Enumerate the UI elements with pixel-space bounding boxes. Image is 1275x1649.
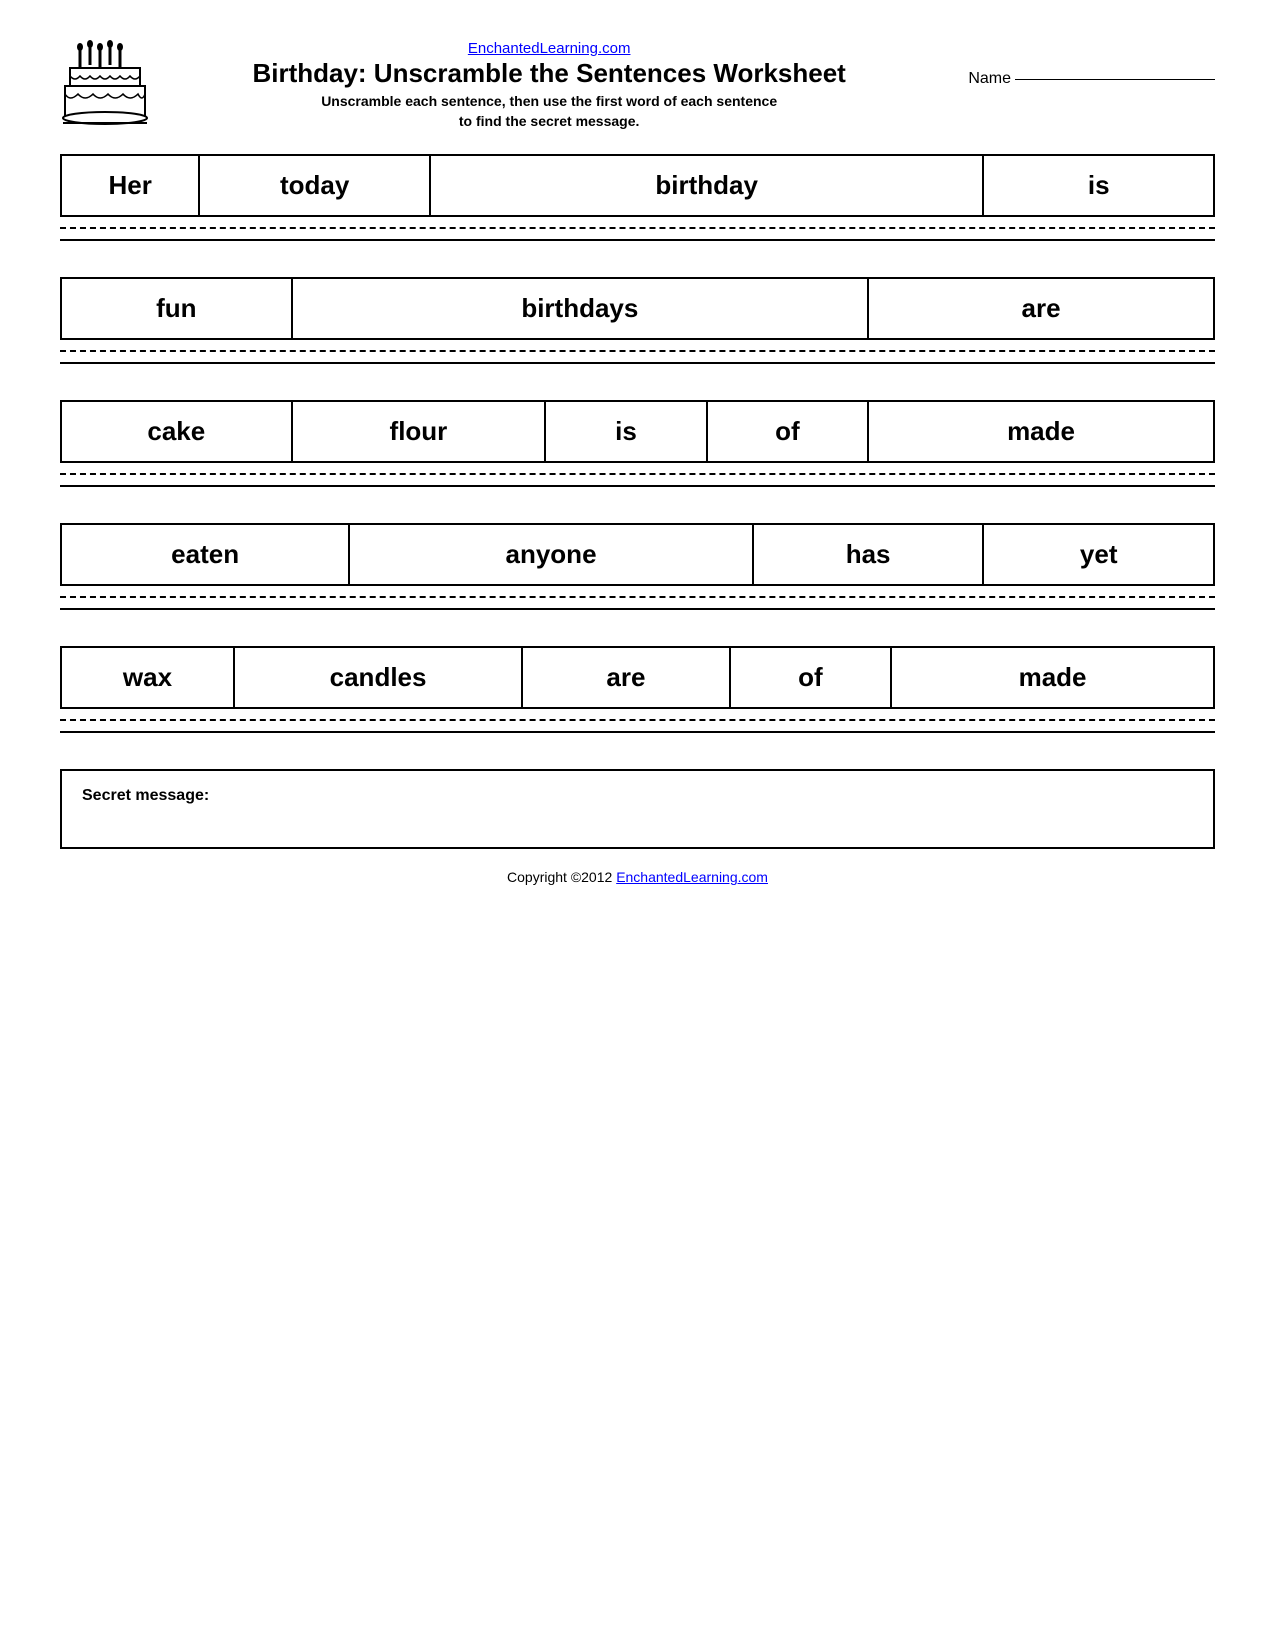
copyright-year: ©2012 <box>571 869 612 885</box>
word-cell: candles <box>234 647 522 708</box>
word-cell: are <box>868 278 1214 339</box>
answer-lines-4 <box>60 596 1215 610</box>
copyright-text: Copyright <box>507 869 567 885</box>
footer-site-link[interactable]: EnchantedLearning.com <box>616 869 768 885</box>
secret-message-box: Secret message: <box>60 769 1215 849</box>
name-field: Name <box>968 40 1215 88</box>
word-cell: made <box>868 401 1214 462</box>
answer-lines-5 <box>60 719 1215 733</box>
word-cell: of <box>730 647 891 708</box>
cake-icon <box>60 40 150 130</box>
word-cell: yet <box>983 524 1214 585</box>
word-cell: cake <box>61 401 292 462</box>
dotted-line <box>60 596 1215 598</box>
sentence-block-5: wax candles are of made <box>60 646 1215 733</box>
sentence-block-2: fun birthdays are <box>60 277 1215 364</box>
header-text-block: EnchantedLearning.com Birthday: Unscramb… <box>150 40 948 129</box>
word-cell: is <box>545 401 706 462</box>
solid-line <box>60 362 1215 364</box>
word-table-3: cake flour is of made <box>60 400 1215 463</box>
word-table-1: Her today birthday is <box>60 154 1215 217</box>
word-cell: birthday <box>430 155 983 216</box>
dotted-line <box>60 473 1215 475</box>
worksheet-subtitle-1: Unscramble each sentence, then use the f… <box>150 93 948 109</box>
word-cell: are <box>522 647 730 708</box>
word-cell: Her <box>61 155 199 216</box>
word-cell: is <box>983 155 1214 216</box>
word-cell: birthdays <box>292 278 869 339</box>
word-cell: today <box>199 155 430 216</box>
worksheet-subtitle-2: to find the secret message. <box>150 113 948 129</box>
word-cell: has <box>753 524 984 585</box>
sentence-block-1: Her today birthday is <box>60 154 1215 241</box>
word-cell: eaten <box>61 524 349 585</box>
dotted-line <box>60 350 1215 352</box>
page-footer: Copyright ©2012 EnchantedLearning.com <box>60 869 1215 885</box>
solid-line <box>60 731 1215 733</box>
secret-message-label: Secret message: <box>82 787 209 804</box>
dotted-line <box>60 227 1215 229</box>
name-underline[interactable] <box>1015 79 1215 80</box>
word-cell: wax <box>61 647 234 708</box>
word-cell: made <box>891 647 1214 708</box>
page-header: EnchantedLearning.com Birthday: Unscramb… <box>60 40 1215 130</box>
sentence-block-4: eaten anyone has yet <box>60 523 1215 610</box>
word-table-4: eaten anyone has yet <box>60 523 1215 586</box>
dotted-line <box>60 719 1215 721</box>
solid-line <box>60 485 1215 487</box>
word-cell: flour <box>292 401 546 462</box>
solid-line <box>60 239 1215 241</box>
word-cell: fun <box>61 278 292 339</box>
worksheet-title: Birthday: Unscramble the Sentences Works… <box>150 58 948 89</box>
answer-lines-1 <box>60 227 1215 241</box>
answer-lines-3 <box>60 473 1215 487</box>
word-table-5: wax candles are of made <box>60 646 1215 709</box>
word-cell: of <box>707 401 868 462</box>
answer-lines-2 <box>60 350 1215 364</box>
word-cell: anyone <box>349 524 753 585</box>
site-link[interactable]: EnchantedLearning.com <box>468 40 631 57</box>
word-table-2: fun birthdays are <box>60 277 1215 340</box>
solid-line <box>60 608 1215 610</box>
sentence-block-3: cake flour is of made <box>60 400 1215 487</box>
name-label: Name <box>968 70 1011 88</box>
